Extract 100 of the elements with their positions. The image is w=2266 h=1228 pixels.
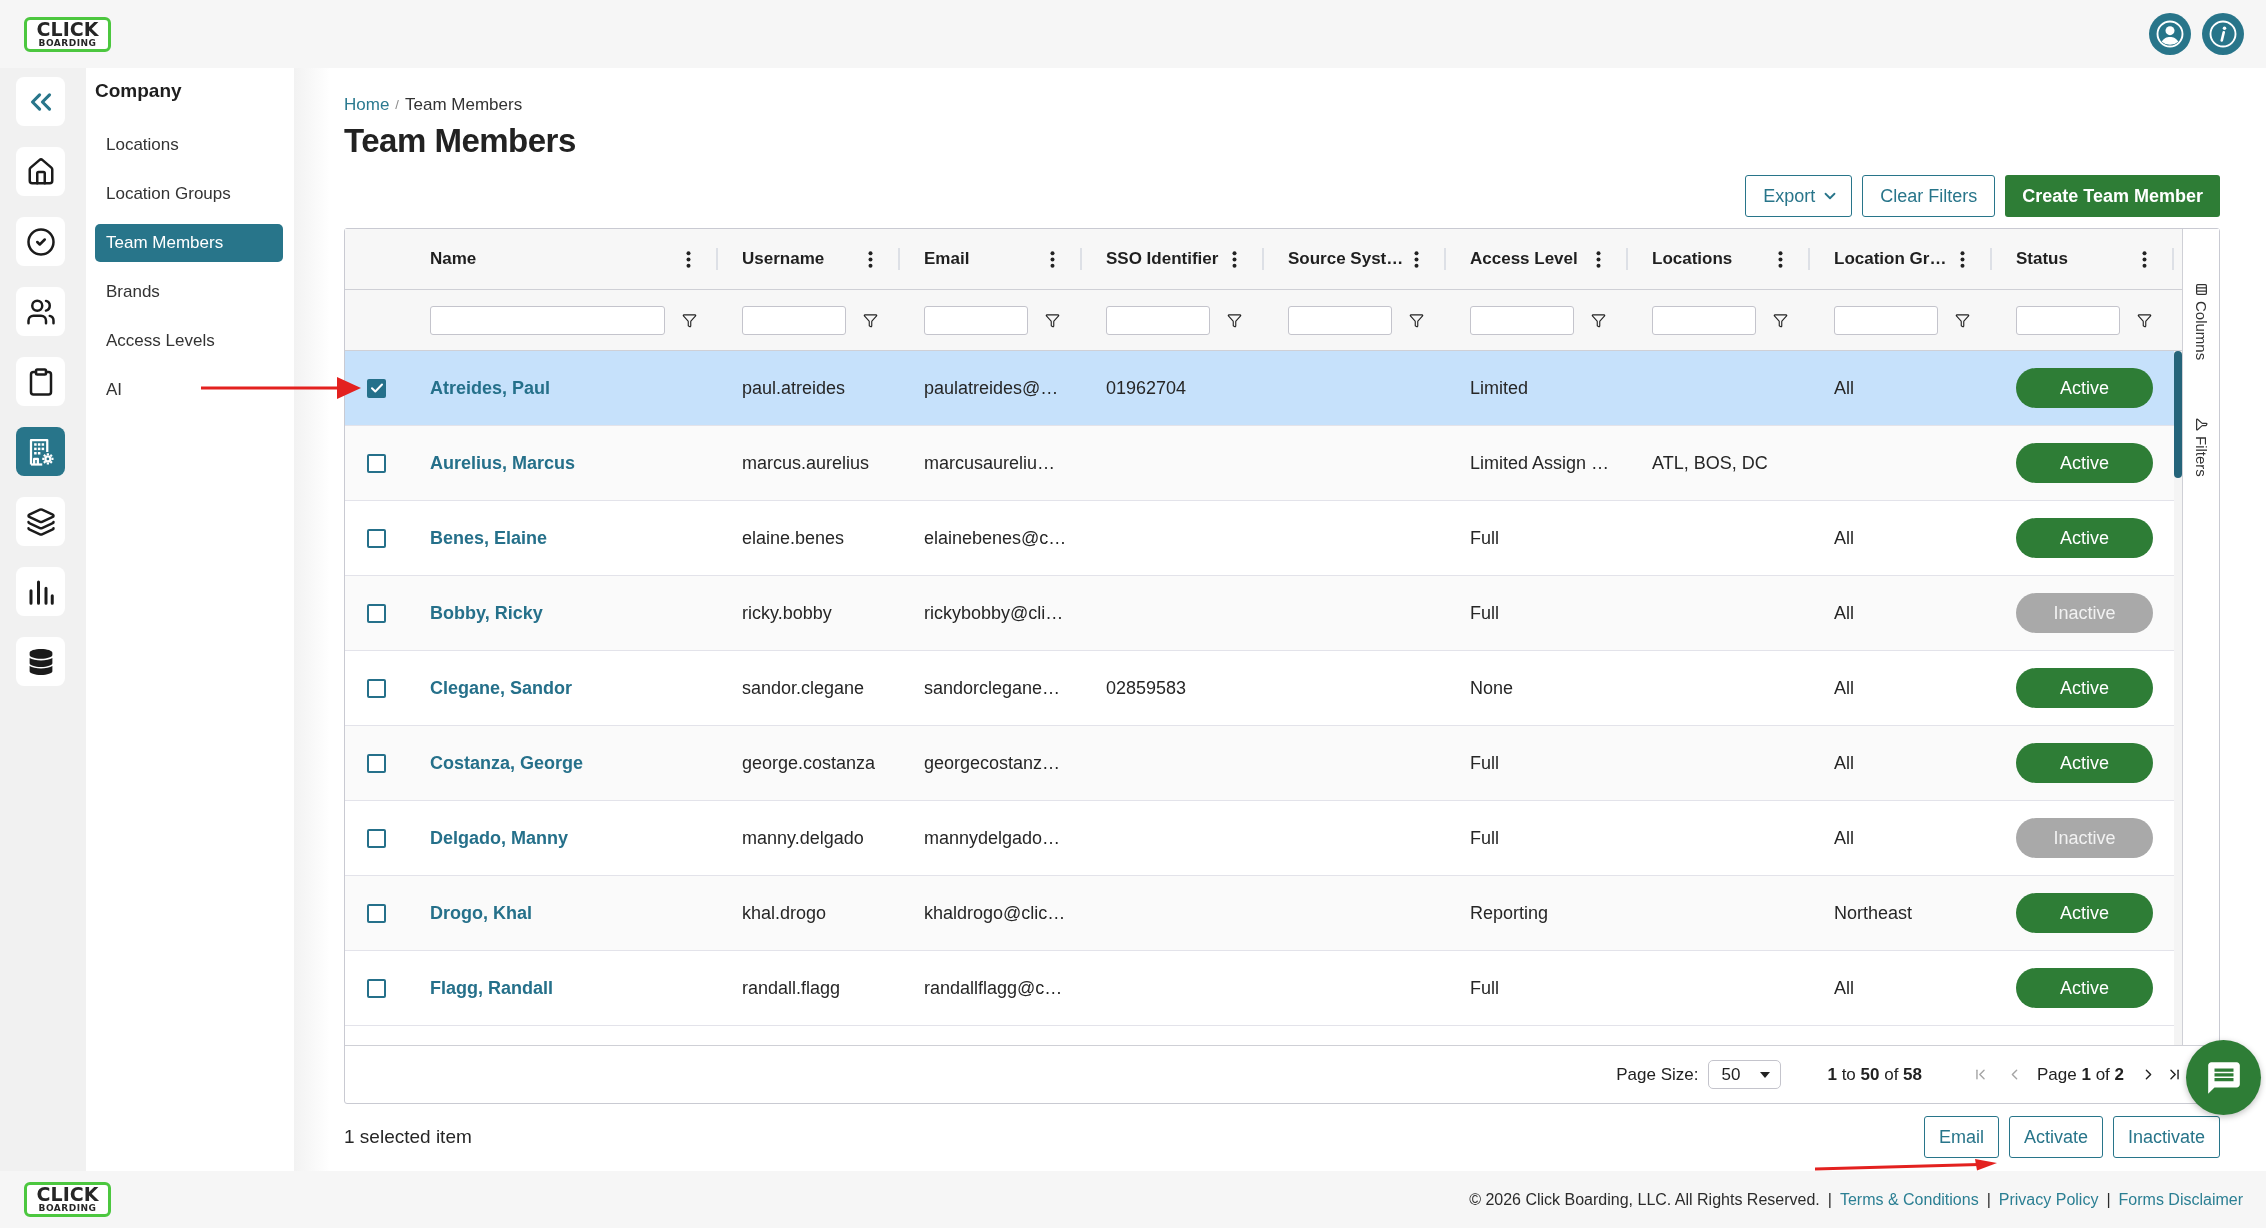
layers-icon[interactable]: [16, 497, 65, 546]
users-icon[interactable]: [16, 287, 65, 336]
table-cell-text: marcus.aurelius: [742, 451, 870, 475]
checkbox[interactable]: [367, 528, 386, 548]
subnav-item[interactable]: AI: [95, 371, 283, 409]
filter-input[interactable]: [742, 305, 846, 335]
footer-separator: |: [2106, 1189, 2111, 1210]
more-icon[interactable]: [1960, 250, 1965, 268]
filter-input[interactable]: [1288, 305, 1392, 335]
more-icon[interactable]: [1232, 250, 1237, 268]
pointer-arrow-icon: [201, 376, 361, 400]
column-header[interactable]: Source Syst…: [1288, 246, 1404, 272]
member-name-link[interactable]: Delgado, Manny: [430, 824, 568, 852]
filter-icon[interactable]: [1773, 312, 1788, 328]
table-row[interactable]: Bobby, Ricky ricky.bobby rickybobby@cli… Full All Inactive: [345, 576, 2174, 651]
user-account-icon[interactable]: [2149, 13, 2191, 55]
filter-input[interactable]: [430, 305, 665, 335]
table-cell-text: rickybobby@cli…: [924, 601, 1064, 625]
filter-input[interactable]: [2016, 305, 2120, 335]
clipboard-icon[interactable]: [16, 357, 65, 406]
building-gear-icon[interactable]: [16, 427, 65, 476]
footer-link[interactable]: Forms Disclaimer: [2118, 1187, 2243, 1212]
subnav-item[interactable]: Team Members: [95, 224, 283, 262]
filter-input[interactable]: [1106, 305, 1210, 335]
logo-wordmark: CLICK: [36, 1186, 99, 1203]
member-name-link[interactable]: Bobby, Ricky: [430, 599, 543, 627]
home-icon[interactable]: [16, 147, 65, 196]
checkbox[interactable]: [367, 378, 386, 398]
member-name-link[interactable]: Costanza, George: [430, 749, 584, 777]
filter-icon[interactable]: [863, 312, 878, 328]
filter-input[interactable]: [1652, 305, 1756, 335]
member-name-link[interactable]: Flagg, Randall: [430, 974, 553, 1002]
footer-link[interactable]: Privacy Policy: [1998, 1187, 2099, 1212]
more-icon[interactable]: [1050, 250, 1055, 268]
table-row[interactable]: Drogo, Khal khal.drogo khaldrogo@clic… Reporting Northeast Active: [345, 876, 2174, 951]
checkbox[interactable]: [367, 753, 386, 773]
column-header[interactable]: Access Level: [1470, 246, 1578, 272]
column-header[interactable]: Name: [430, 246, 477, 272]
bar-chart-icon[interactable]: [16, 567, 65, 616]
more-icon[interactable]: [2142, 250, 2147, 268]
bulk-action-button[interactable]: Inactivate: [2112, 1116, 2220, 1158]
table-cell-text: 02859583: [1106, 676, 1187, 700]
checkbox[interactable]: [367, 678, 386, 698]
create-button[interactable]: Create Team Member: [2005, 175, 2220, 217]
more-icon[interactable]: [686, 250, 691, 268]
filter-icon[interactable]: [1227, 312, 1242, 328]
subnav-item[interactable]: Locations: [95, 126, 283, 164]
more-icon[interactable]: [1414, 250, 1419, 268]
filter-input[interactable]: [1834, 305, 1938, 335]
filter-icon[interactable]: [1955, 312, 1970, 328]
column-header[interactable]: SSO Identifier: [1106, 246, 1219, 272]
member-name-link[interactable]: Benes, Elaine: [430, 524, 548, 552]
side-panel-tab[interactable]: Filters: [2192, 418, 2210, 478]
table-row[interactable]: Atreides, Paul paul.atreides paulatreides@… 01962704 Limited All Active: [345, 351, 2174, 426]
export-dropdown[interactable]: Export: [1745, 175, 1853, 217]
page-title: Team Members: [344, 121, 576, 161]
info-icon[interactable]: [2202, 13, 2244, 55]
subnav-item[interactable]: Location Groups: [95, 175, 283, 213]
table-row[interactable]: Aurelius, Marcus marcus.aurelius marcusaureliu… Limited Assign … ATL, BOS, DC Active: [345, 426, 2174, 501]
checkbox[interactable]: [367, 978, 386, 998]
checkbox[interactable]: [367, 828, 386, 848]
side-panel-tab[interactable]: Columns: [2192, 283, 2210, 361]
member-name-link[interactable]: Atreides, Paul: [430, 374, 551, 402]
subnav-item[interactable]: Brands: [95, 273, 283, 311]
table-row[interactable]: Costanza, George george.costanza georgecostanz… Full All Active: [345, 726, 2174, 801]
member-name-link[interactable]: Drogo, Khal: [430, 899, 532, 927]
filter-input[interactable]: [1470, 305, 1574, 335]
more-icon[interactable]: [868, 250, 873, 268]
column-header[interactable]: Email: [924, 246, 970, 272]
footer-link[interactable]: Terms & Conditions: [1839, 1187, 1979, 1212]
checkbox[interactable]: [367, 453, 386, 473]
check-icon: [370, 383, 383, 393]
subnav-item[interactable]: Access Levels: [95, 322, 283, 360]
breadcrumb-link[interactable]: Home: [344, 92, 390, 118]
column-header[interactable]: Username: [742, 246, 825, 272]
column-header[interactable]: Location Gr…: [1834, 246, 1947, 272]
clear-filters-button[interactable]: Clear Filters: [1862, 175, 1996, 217]
filter-icon[interactable]: [1045, 312, 1060, 328]
bulk-action-button[interactable]: Activate: [2008, 1116, 2103, 1158]
checkbox[interactable]: [367, 603, 386, 623]
checkbox[interactable]: [367, 903, 386, 923]
member-name-link[interactable]: Clegane, Sandor: [430, 674, 573, 702]
member-name-link[interactable]: Aurelius, Marcus: [430, 449, 576, 477]
filter-input[interactable]: [924, 305, 1028, 335]
bulk-action-button[interactable]: Email: [1923, 1116, 1999, 1158]
filter-icon[interactable]: [682, 312, 697, 328]
filter-icon[interactable]: [2137, 312, 2152, 328]
column-header[interactable]: Locations: [1652, 246, 1733, 272]
more-icon[interactable]: [1596, 250, 1601, 268]
filter-icon[interactable]: [1591, 312, 1606, 328]
pointer-arrow-icon: [1815, 1159, 1997, 1171]
column-header[interactable]: Status: [2016, 246, 2068, 272]
scrollbar-thumb[interactable]: [2174, 351, 2182, 478]
page-size-select[interactable]: 50: [1708, 1060, 1782, 1089]
collapse-icon[interactable]: [16, 77, 65, 126]
copyright-text: © 2026 Click Boarding, LLC. All Rights Reserved.: [1469, 1189, 1820, 1210]
footer-separator: |: [1827, 1189, 1832, 1210]
filter-icon[interactable]: [1409, 312, 1424, 328]
more-icon[interactable]: [1778, 250, 1783, 268]
database-icon[interactable]: [16, 637, 65, 686]
